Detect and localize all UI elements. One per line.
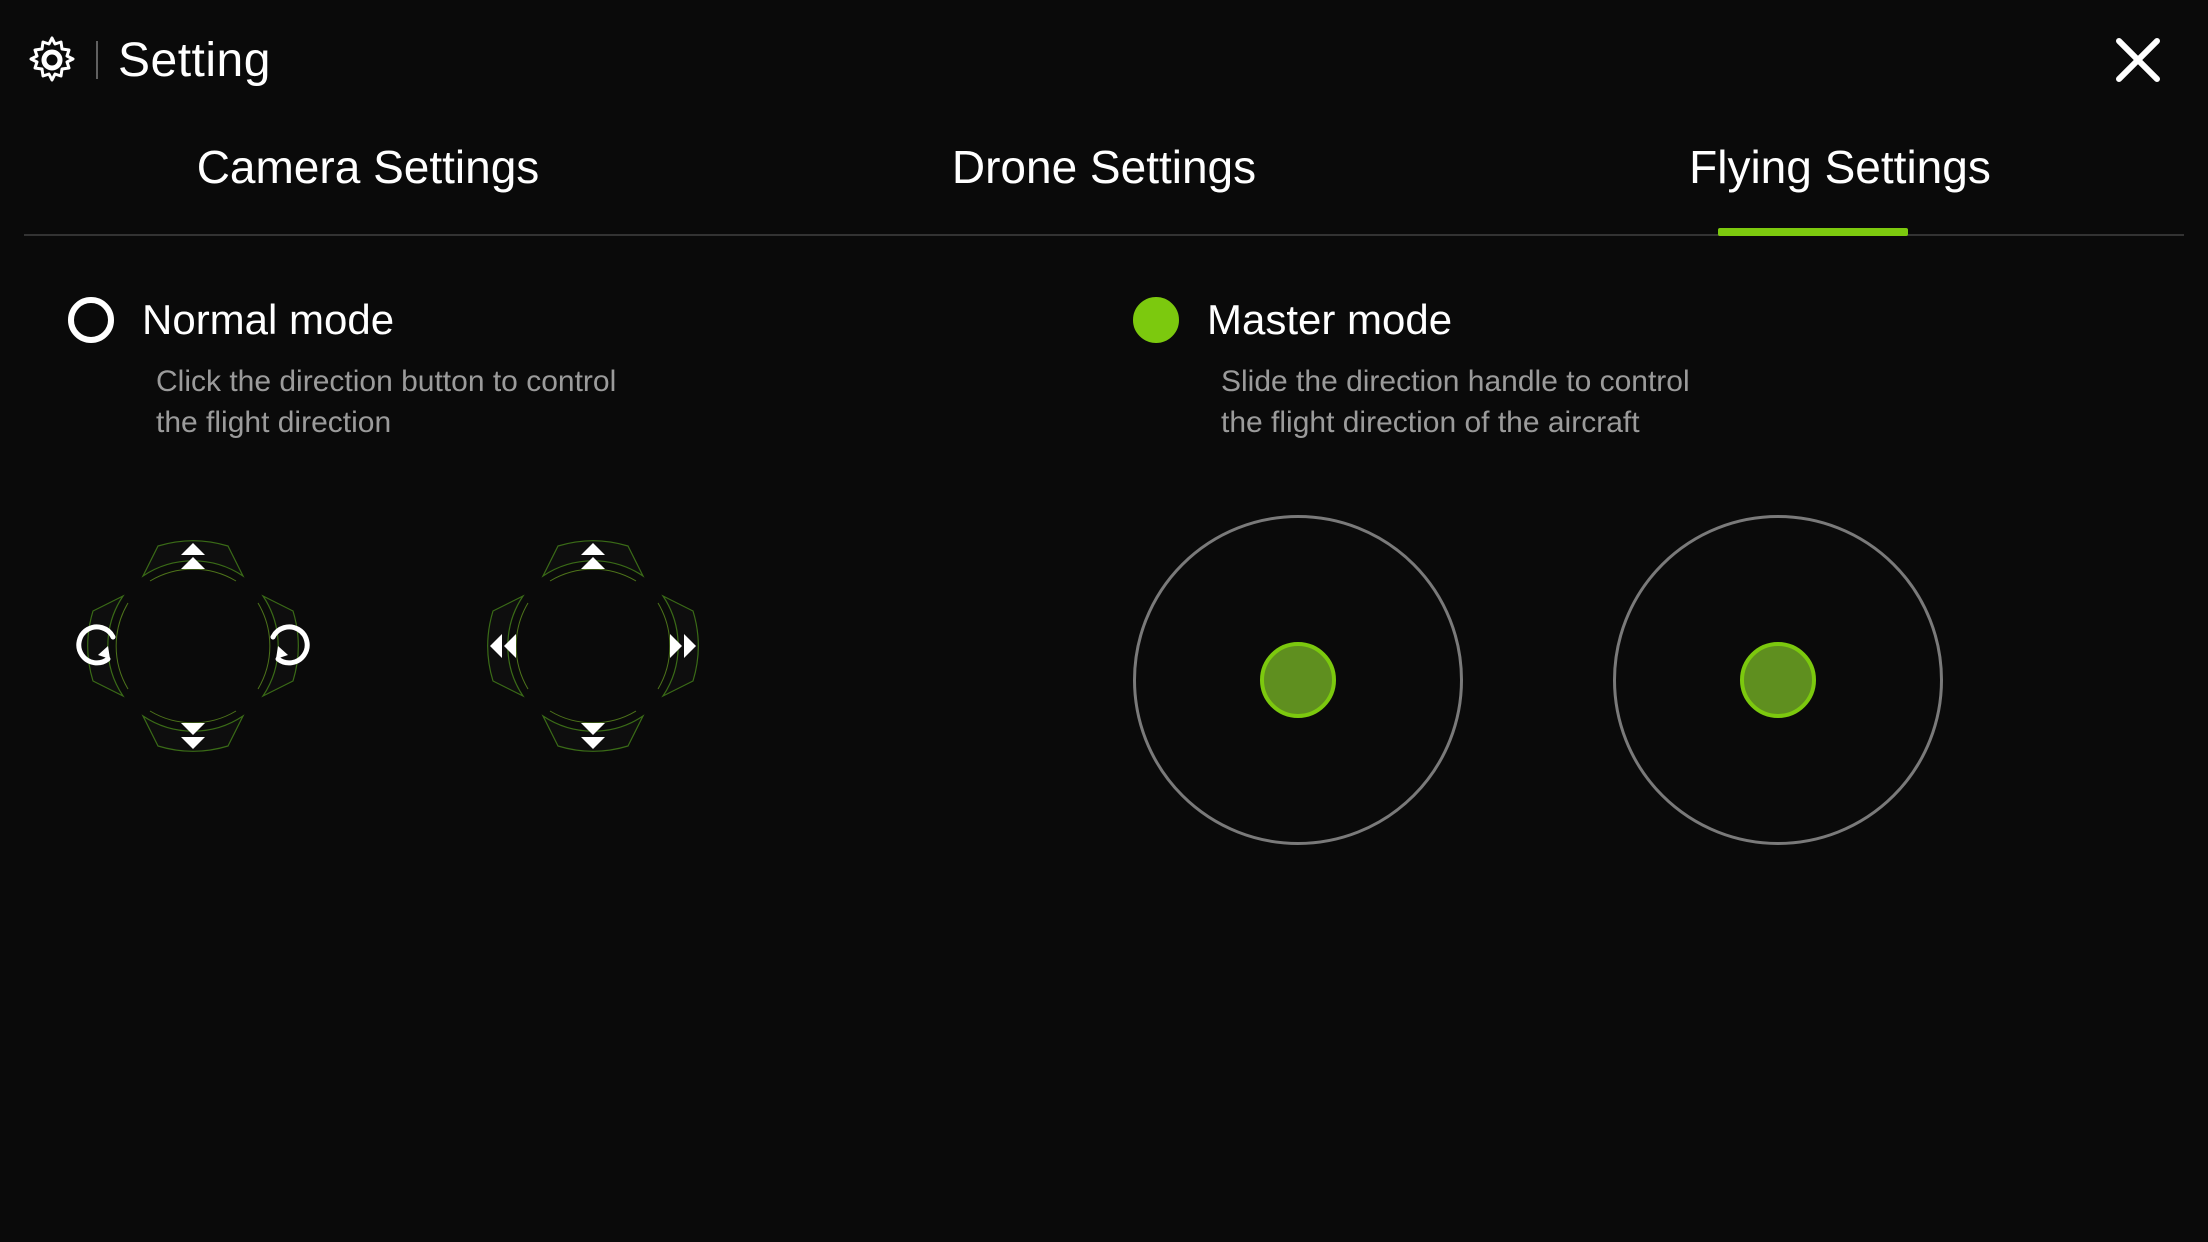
dpad-right-right-button[interactable] [653,601,713,691]
tabs: Camera Settings Drone Settings Flying Se… [0,110,2208,236]
radio-normal-mode[interactable] [68,297,114,343]
header-left: Setting [28,33,271,88]
panel-normal-desc: Click the direction button to control th… [156,362,656,443]
panel-normal-head: Normal mode [68,296,1033,344]
normal-controls-row [68,521,1033,771]
tab-camera-settings[interactable]: Camera Settings [0,140,736,236]
dpad-left-ccw-button[interactable] [73,601,133,691]
panel-normal-mode: Normal mode Click the direction button t… [68,296,1073,845]
joystick-right-thumb[interactable] [1740,642,1816,718]
header-divider [96,41,98,79]
dpad-left-cw-button[interactable] [253,601,313,691]
panel-master-title: Master mode [1207,296,1452,344]
close-button[interactable] [2108,30,2168,90]
dpad-right-left-button[interactable] [473,601,533,691]
joystick-left-thumb[interactable] [1260,642,1336,718]
gear-icon [28,36,76,84]
dpad-left [68,521,318,771]
tab-flying-settings[interactable]: Flying Settings [1472,140,2208,236]
panel-normal-title: Normal mode [142,296,394,344]
dpad-right-down-button[interactable] [548,706,638,766]
joystick-left[interactable] [1133,515,1463,845]
dpad-right [468,521,718,771]
radio-master-mode[interactable] [1133,297,1179,343]
dpad-left-up-button[interactable] [148,526,238,586]
panel-master-mode: Master mode Slide the direction handle t… [1133,296,2138,845]
panel-master-head: Master mode [1133,296,2098,344]
master-controls-row [1133,515,2098,845]
panel-master-desc: Slide the direction handle to control th… [1221,362,1721,443]
dpad-right-up-button[interactable] [548,526,638,586]
body: Normal mode Click the direction button t… [0,236,2208,845]
header: Setting [0,0,2208,110]
joystick-right[interactable] [1613,515,1943,845]
close-icon [2113,35,2163,85]
tab-drone-settings[interactable]: Drone Settings [736,140,1472,236]
tab-active-indicator [1718,228,1908,236]
dpad-left-down-button[interactable] [148,706,238,766]
page-title: Setting [118,33,271,88]
